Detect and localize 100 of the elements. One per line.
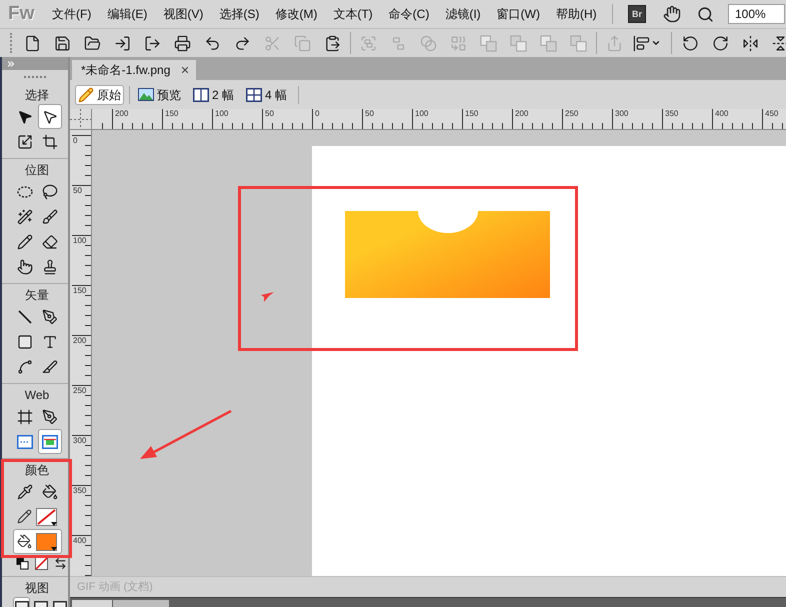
view-tab[interactable]: 预览 [135, 84, 184, 104]
view-tab[interactable]: 2 幅 [190, 84, 238, 104]
grip-handle[interactable] [24, 76, 46, 78]
ruler-label: 250 [72, 385, 88, 395]
text-tool-icon [42, 334, 58, 350]
ruler-label: 150 [165, 109, 180, 119]
launch-button[interactable]: Br [628, 5, 646, 23]
line-icon [18, 310, 32, 324]
swap-arrows-icon [54, 556, 66, 570]
scale-icon [17, 134, 33, 150]
tool-button[interactable] [14, 555, 30, 571]
no-color-icon [37, 508, 56, 524]
hollow-pointer-icon [42, 108, 58, 124]
frame-icon [17, 408, 33, 424]
pencil-icon [17, 234, 33, 250]
crop-icon [42, 134, 58, 150]
search-icon[interactable] [697, 6, 714, 22]
pointing-hand-icon [17, 258, 33, 274]
clipboard-icon [324, 34, 340, 52]
ruler-label: 350 [665, 109, 680, 119]
grip-handle[interactable] [10, 33, 13, 53]
ruler-label: 300 [72, 435, 88, 445]
ruler-label: 100 [72, 235, 88, 245]
import-icon [114, 34, 130, 52]
paint-bucket-icon [17, 534, 32, 549]
flip-horizontal-icon [742, 34, 758, 52]
arrow-pointer-icon [17, 108, 33, 124]
ruler-label: 250 [565, 109, 580, 119]
menu-item[interactable]: 修改(M) [267, 4, 326, 24]
pen-icon [42, 408, 58, 424]
menu-item[interactable]: 窗口(W) [488, 4, 548, 24]
magic-wand-icon [17, 208, 33, 224]
ruler-label: 200 [72, 335, 88, 345]
section-label: 选择 [24, 87, 50, 104]
document-tab[interactable]: *未命名-1.fw.png [72, 60, 196, 80]
pencil-icon [78, 86, 94, 102]
section-label: 视图 [24, 580, 50, 597]
pen-icon [42, 308, 58, 324]
ruler-label: 200 [515, 109, 530, 119]
ruler-label: 200 [115, 109, 130, 119]
rotate-right-icon [712, 34, 728, 52]
menu-item[interactable]: 选择(S) [211, 4, 268, 24]
tool-button[interactable] [38, 104, 62, 129]
tab-title: *未命名-1.fw.png [81, 62, 170, 78]
close-icon[interactable] [180, 65, 190, 75]
overlapping-squares-icon [510, 34, 526, 52]
view-tab[interactable]: 4 幅 [243, 84, 290, 104]
share-icon [606, 34, 622, 52]
ruler-label: 450 [765, 109, 780, 119]
menu-item[interactable]: 帮助(H) [548, 4, 605, 24]
section-label: 颜色 [24, 462, 50, 479]
overlapping-squares-icon [540, 34, 556, 52]
menu-item[interactable]: 编辑(E) [99, 4, 156, 24]
page-icon [24, 34, 40, 52]
eraser-icon [42, 234, 58, 250]
arrow-cursor-icon [261, 292, 274, 302]
menu-item[interactable]: 文本(T) [325, 4, 381, 24]
menu-item[interactable]: 文件(F) [44, 4, 100, 24]
app-logo: Fw [8, 3, 36, 25]
ruler-label: 0 [72, 135, 78, 145]
caret-icon [651, 38, 661, 48]
align-left-icon [633, 34, 650, 52]
spline-icon [17, 358, 33, 374]
slice-grid-icon [42, 434, 58, 448]
menu-item[interactable]: 滤镜(I) [437, 4, 489, 24]
ruler-ticks-drawing [102, 123, 103, 129]
knife-icon [42, 358, 58, 374]
dashed-ellipse-icon [17, 186, 33, 198]
stamp-icon [42, 258, 58, 274]
rotate-left-icon [682, 34, 698, 52]
hand-icon[interactable] [663, 5, 681, 23]
overlapping-squares-icon [570, 34, 586, 52]
section-label: Web [24, 387, 50, 404]
caret-icon [51, 546, 57, 550]
ruler-label: 150 [465, 109, 480, 119]
zoom-field[interactable]: 100% [728, 4, 785, 24]
ruler-label: 300 [615, 109, 630, 119]
ruler-label: 150 [72, 285, 88, 295]
brush-icon [42, 208, 58, 224]
ruler-label: 50 [72, 185, 83, 195]
ruler-label: 400 [715, 109, 730, 119]
dashed-frame-icon [17, 434, 33, 448]
ruler-label: 350 [72, 485, 88, 495]
redo-icon [234, 34, 250, 52]
printer-icon [174, 34, 190, 52]
default-colors-icon [16, 556, 28, 570]
color-well-button[interactable] [13, 529, 62, 554]
ruler-label: 50 [365, 109, 375, 119]
scissors-icon [264, 34, 280, 52]
ruler-label: 0 [315, 109, 320, 119]
menu-item[interactable]: 视图(V) [155, 4, 212, 24]
section-label: 矢量 [24, 287, 50, 304]
ruler-label: 50 [265, 109, 275, 119]
square-icon [17, 334, 33, 350]
view-tab[interactable]: 原始 [75, 84, 124, 104]
menu-item[interactable]: 命令(C) [380, 4, 438, 24]
ruler-label: 100 [415, 109, 430, 119]
landscape-image-icon [138, 88, 154, 101]
color-swatch[interactable] [36, 508, 57, 526]
group-icon [360, 34, 376, 52]
